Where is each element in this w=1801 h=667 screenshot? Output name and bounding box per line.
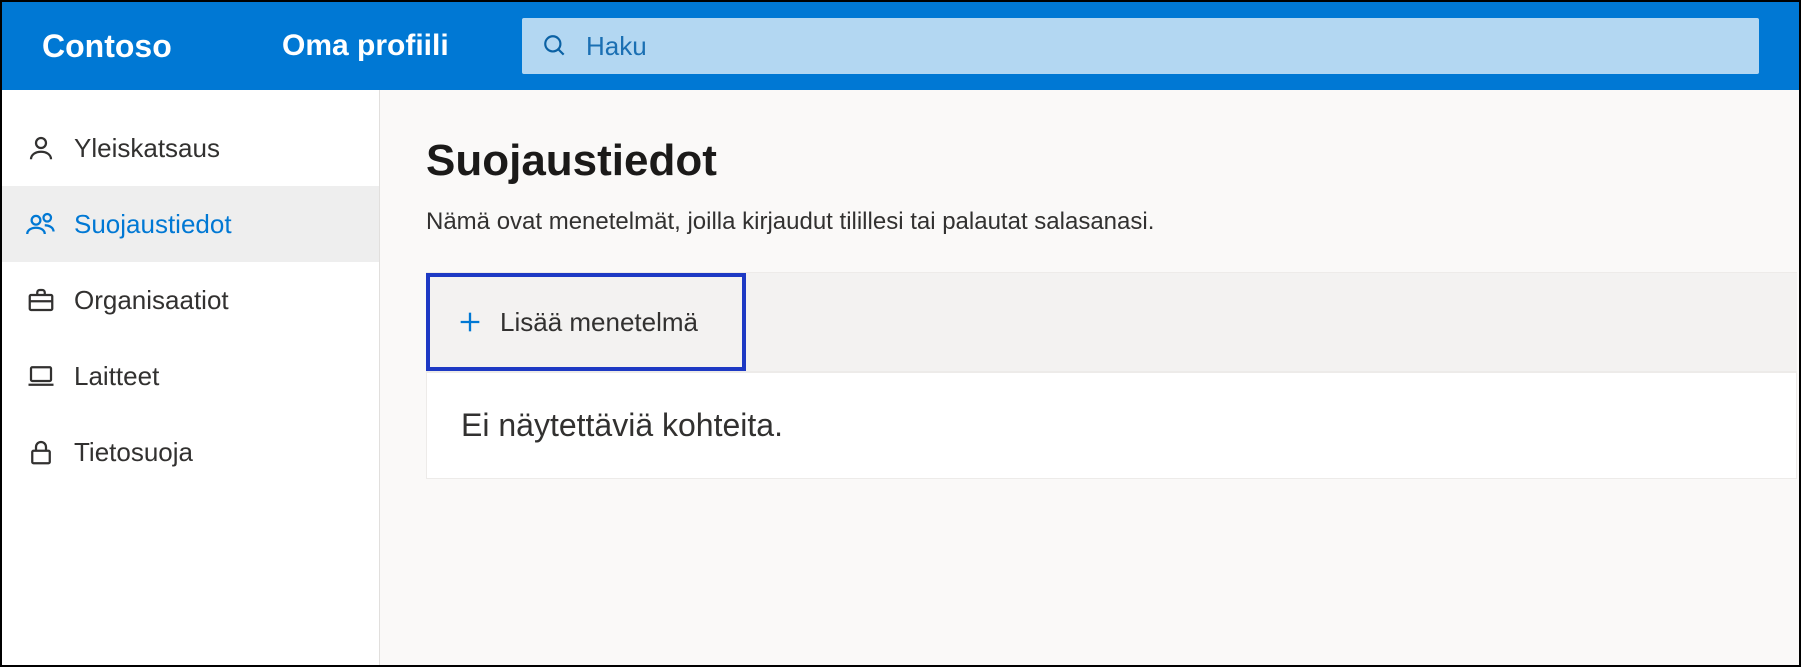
sidebar-item-label: Tietosuoja: [74, 437, 193, 468]
sidebar-item-privacy[interactable]: Tietosuoja: [2, 414, 379, 490]
my-profile-link[interactable]: Oma profiili: [282, 29, 482, 63]
sidebar-item-label: Yleiskatsaus: [74, 133, 220, 164]
search-box[interactable]: [522, 18, 1759, 74]
sidebar-item-security-info[interactable]: Suojaustiedot: [2, 186, 379, 262]
sidebar-item-label: Laitteet: [74, 361, 159, 392]
sidebar-item-label: Organisaatiot: [74, 285, 229, 316]
app-header: Contoso Oma profiili: [2, 2, 1799, 90]
empty-state: Ei näytettäviä kohteita.: [426, 372, 1797, 479]
add-method-button[interactable]: Lisää menetelmä: [426, 273, 746, 371]
plus-icon: [456, 308, 484, 336]
briefcase-icon: [26, 285, 56, 315]
brand-name: Contoso: [42, 28, 242, 65]
methods-toolbar: Lisää menetelmä: [426, 272, 1797, 372]
people-icon: [26, 209, 56, 239]
search-icon: [542, 33, 568, 59]
sidebar-item-organizations[interactable]: Organisaatiot: [2, 262, 379, 338]
search-input[interactable]: [586, 31, 1739, 62]
person-icon: [26, 133, 56, 163]
sidebar-item-devices[interactable]: Laitteet: [2, 338, 379, 414]
add-method-label: Lisää menetelmä: [500, 307, 698, 338]
sidebar-item-label: Suojaustiedot: [74, 209, 232, 240]
lock-icon: [26, 437, 56, 467]
page-subtitle: Nämä ovat menetelmät, joilla kirjaudut t…: [426, 208, 1799, 236]
sidebar: Yleiskatsaus Suojaustiedot Organisaatiot: [2, 90, 380, 665]
sidebar-item-overview[interactable]: Yleiskatsaus: [2, 110, 379, 186]
page-title: Suojaustiedot: [426, 136, 1799, 186]
main-content: Suojaustiedot Nämä ovat menetelmät, joil…: [380, 90, 1799, 665]
laptop-icon: [26, 361, 56, 391]
